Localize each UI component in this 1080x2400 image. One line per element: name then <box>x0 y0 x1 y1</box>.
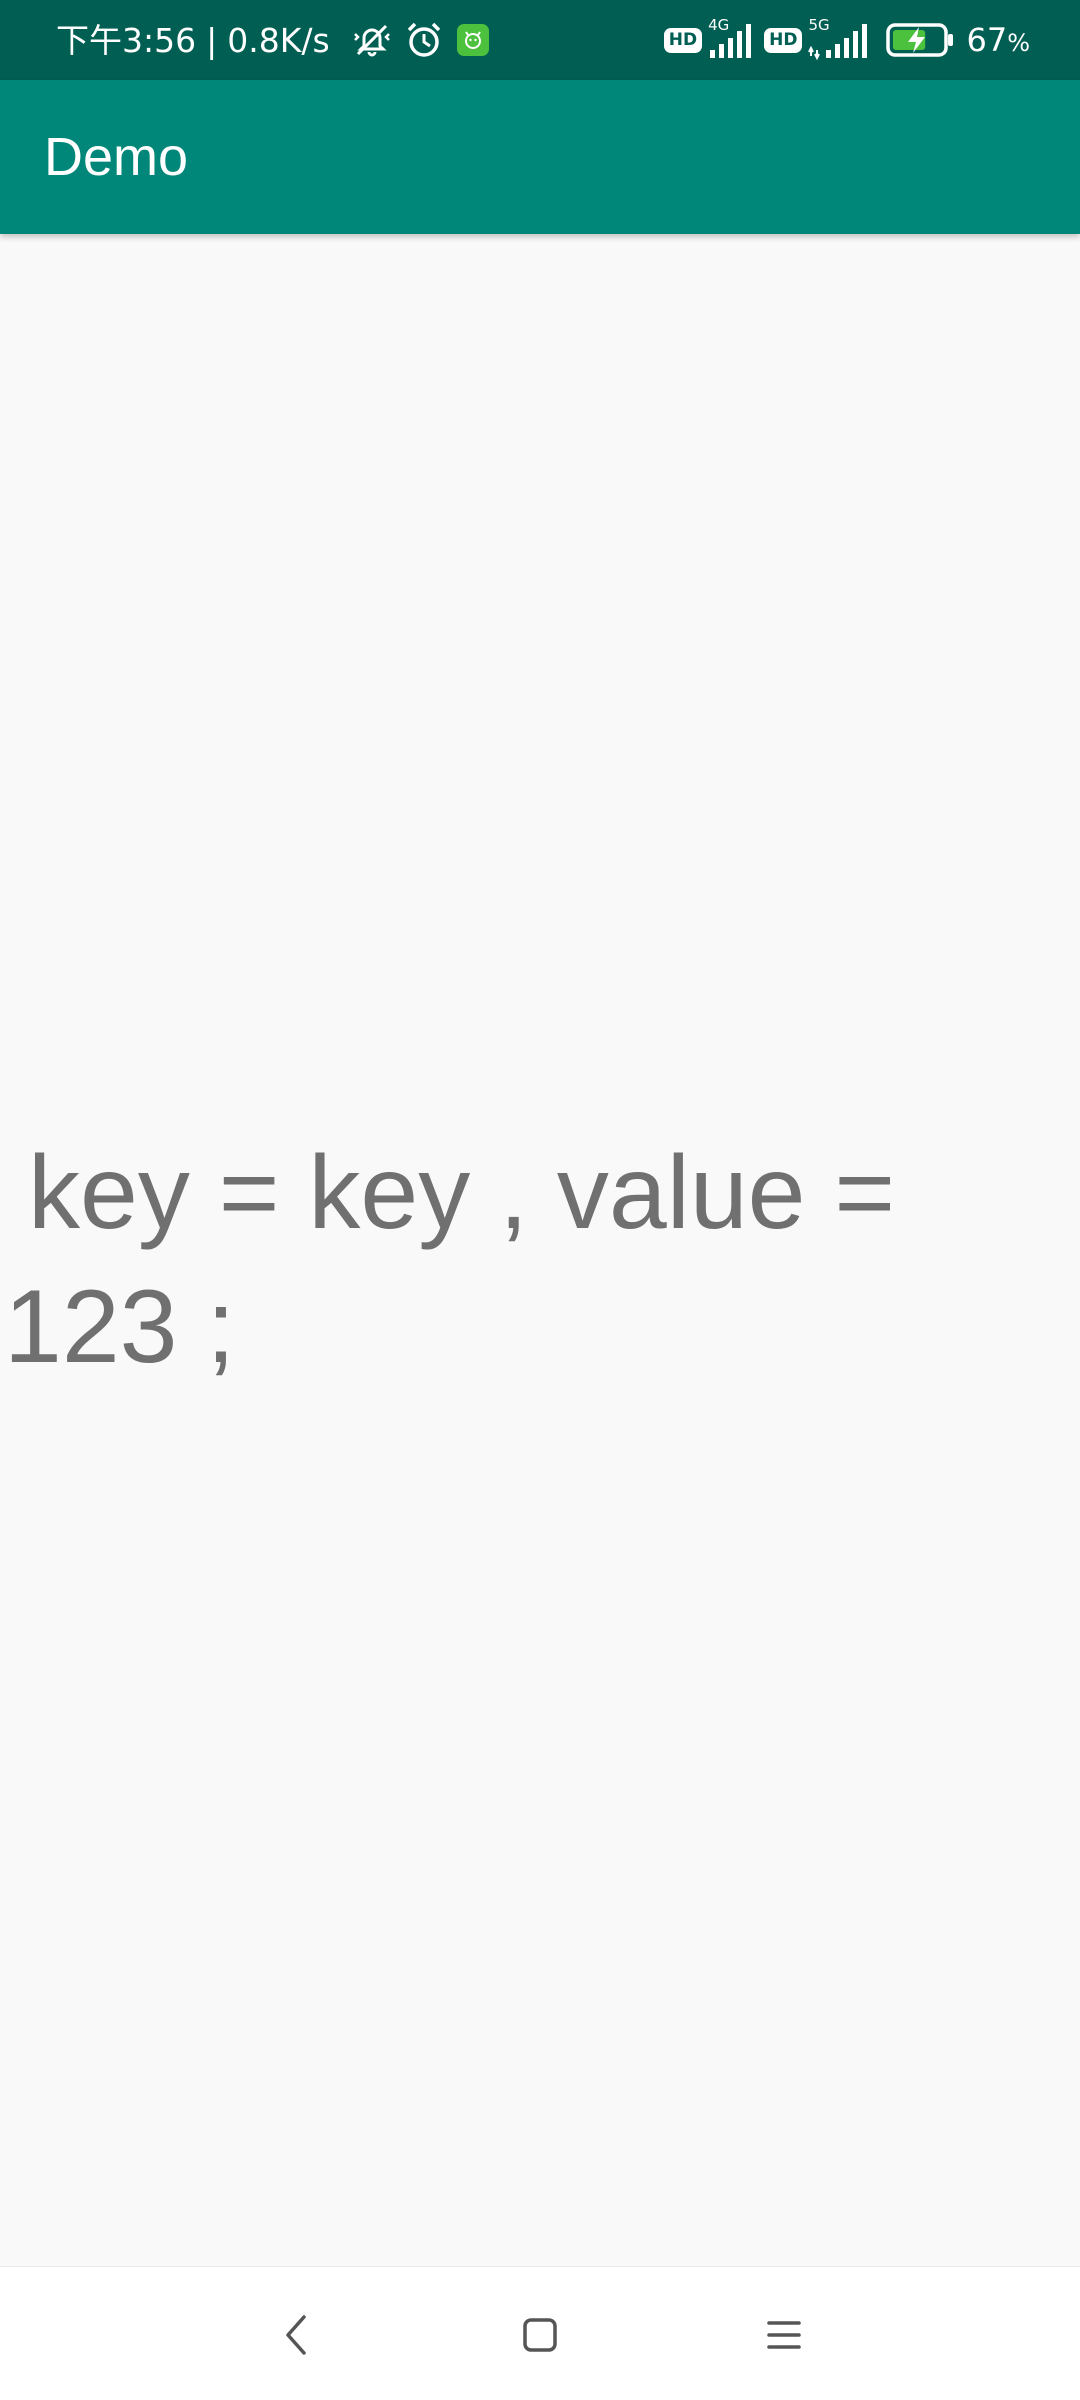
status-separator: | <box>206 20 218 60</box>
hd-volte-icon: HD <box>764 27 803 53</box>
navigation-bar <box>0 2266 1080 2400</box>
back-icon <box>286 2315 306 2355</box>
hd-volte-icon: HD <box>663 27 703 53</box>
status-left: 下午3:56 | 0.8K/s <box>56 20 490 60</box>
network-speed: 0.8K/s <box>227 20 330 60</box>
network-type-label: 4G <box>708 16 730 34</box>
alarm-icon <box>404 20 444 60</box>
status-bar: 下午3:56 | 0.8K/s HD 4G HD 5G 67% <box>0 0 1080 80</box>
recents-button[interactable] <box>744 2295 824 2375</box>
app-title: Demo <box>44 127 189 187</box>
vibrate-mute-icon <box>352 20 392 60</box>
battery-percent: 67% <box>966 21 1030 59</box>
recents-menu-icon <box>767 2321 801 2349</box>
back-button[interactable] <box>258 2295 338 2375</box>
home-button[interactable] <box>500 2295 580 2375</box>
main-content: key = key , value = 123 ; <box>0 234 1080 2266</box>
percent-sign: % <box>1007 29 1030 57</box>
app-notification-icon <box>456 23 490 57</box>
battery-charging-icon <box>886 21 956 59</box>
key-value-text: key = key , value = 123 ; <box>4 1135 896 1385</box>
home-icon <box>523 2318 557 2352</box>
signal-4g-icon: 4G <box>708 16 754 60</box>
app-bar: Demo <box>0 80 1080 234</box>
signal-5g-icon: 5G <box>808 16 874 60</box>
status-time: 下午3:56 <box>56 20 197 60</box>
network-type-label: 5G <box>808 16 830 34</box>
status-right: HD 4G HD 5G 67% <box>654 16 1030 60</box>
